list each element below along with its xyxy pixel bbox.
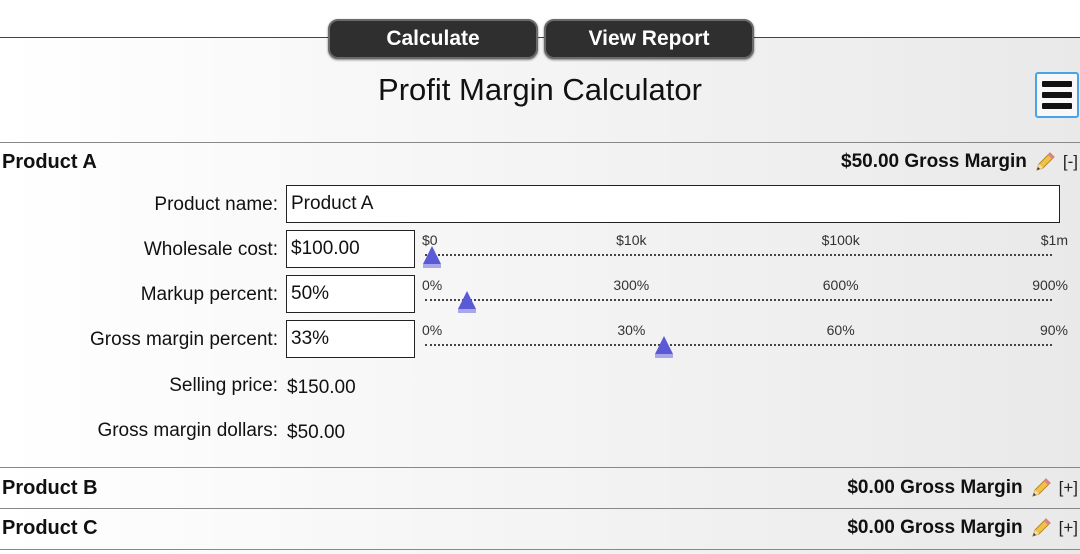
slider-tick-label: 30% <box>617 322 646 338</box>
selling-price-value: $150.00 <box>287 377 356 398</box>
gross-margin-percent-input[interactable]: 33% <box>286 320 415 358</box>
section-divider <box>0 549 1080 550</box>
wholesale-cost-input[interactable]: $100.00 <box>286 230 415 268</box>
pencil-edit-icon[interactable] <box>1033 150 1057 174</box>
gross-margin-dollars-label: Gross margin dollars: <box>97 420 278 441</box>
slider-thumb[interactable] <box>458 291 477 309</box>
slider-track[interactable] <box>425 344 1052 346</box>
gross-margin-dollars-value: $50.00 <box>287 422 346 443</box>
pencil-edit-icon[interactable] <box>1029 516 1053 540</box>
slider-tick-label: 60% <box>826 322 855 338</box>
expand-toggle[interactable]: [+] <box>1059 478 1078 498</box>
slider-tick-label: 0% <box>422 322 443 338</box>
markup-percent-slider[interactable]: 0% 300% 600% 900% <box>422 277 1070 317</box>
section-divider <box>0 508 1080 509</box>
slider-tick-label: 900% <box>1032 277 1068 293</box>
gross-margin-summary: $50.00 Gross Margin <box>841 151 1027 172</box>
slider-tick-label: 90% <box>1039 322 1068 338</box>
slider-thumb[interactable] <box>655 336 674 354</box>
collapse-toggle[interactable]: [-] <box>1063 152 1078 172</box>
slider-tick-label: $100k <box>821 232 860 248</box>
product-name-input[interactable]: Product A <box>286 185 1060 223</box>
slider-tick-label: 300% <box>613 277 650 293</box>
product-title: Product B <box>2 476 98 499</box>
product-a-header[interactable]: Product A $50.00 Gross Margin [-] <box>0 144 1080 180</box>
wholesale-cost-slider[interactable]: $0 $10k $100k $1m <box>422 232 1070 272</box>
slider-track[interactable] <box>425 299 1052 301</box>
slider-thumb-base <box>458 309 477 313</box>
expand-toggle[interactable]: [+] <box>1059 518 1078 538</box>
product-summary: $50.00 Gross Margin [-] <box>841 150 1078 174</box>
gross-margin-summary: $0.00 Gross Margin <box>847 517 1023 538</box>
section-divider <box>0 467 1080 468</box>
markup-percent-label: Markup percent: <box>140 284 278 305</box>
slider-tick-label: $10k <box>616 232 647 248</box>
product-c-header[interactable]: Product C $0.00 Gross Margin [+] <box>0 510 1080 546</box>
wholesale-cost-label: Wholesale cost: <box>143 239 278 260</box>
gross-margin-percent-slider[interactable]: 0% 30% 60% 90% <box>422 322 1070 362</box>
section-divider <box>0 142 1080 143</box>
slider-thumb[interactable] <box>423 246 441 264</box>
slider-tick-label: 0% <box>422 277 443 293</box>
slider-thumb-base <box>655 354 674 358</box>
product-title: Product C <box>2 516 98 539</box>
slider-tick-label: $1m <box>1040 232 1068 248</box>
product-title: Product A <box>2 150 97 173</box>
product-summary: $0.00 Gross Margin [+] <box>847 476 1078 500</box>
slider-track[interactable] <box>425 254 1052 256</box>
page-title: Profit Margin Calculator <box>378 72 702 107</box>
product-b-header[interactable]: Product B $0.00 Gross Margin [+] <box>0 470 1080 506</box>
gross-margin-percent-label: Gross margin percent: <box>90 329 278 350</box>
gross-margin-summary: $0.00 Gross Margin <box>847 477 1023 498</box>
selling-price-label: Selling price: <box>169 375 278 396</box>
product-name-label: Product name: <box>154 194 278 215</box>
calculate-button[interactable]: Calculate <box>328 19 538 59</box>
markup-percent-input[interactable]: 50% <box>286 275 415 313</box>
slider-tick-label: 600% <box>822 277 859 293</box>
slider-thumb-base <box>423 264 441 268</box>
hamburger-menu-icon[interactable] <box>1035 72 1079 118</box>
view-report-button[interactable]: View Report <box>544 19 754 59</box>
pencil-edit-icon[interactable] <box>1029 476 1053 500</box>
product-summary: $0.00 Gross Margin [+] <box>847 516 1078 540</box>
